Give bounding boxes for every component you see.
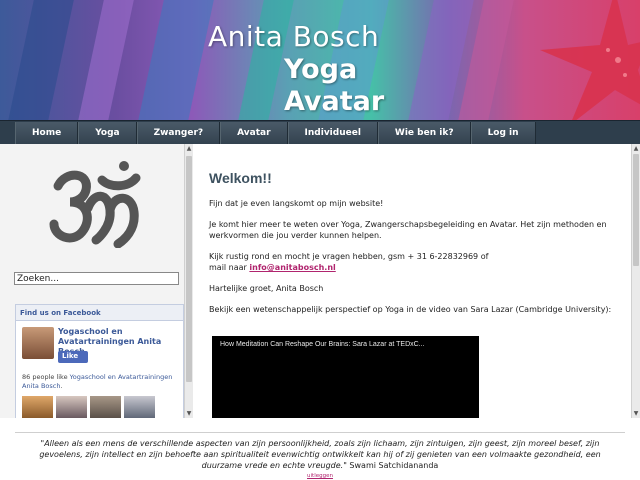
quote-author: Swami Satchidananda — [349, 461, 439, 470]
email-link[interactable]: info@anitabosch.nl — [249, 263, 335, 272]
intro-paragraph: Je komt hier meer te weten over Yoga, Zw… — [209, 220, 607, 240]
nav-item-log-in[interactable]: Log in — [470, 122, 536, 144]
facebook-like-button[interactable]: Like — [58, 351, 88, 363]
greeting-paragraph: Hartelijke groet, Anita Bosch — [209, 284, 324, 293]
footer: "Alleen als een mens de verschillende as… — [0, 418, 640, 480]
facebook-like-label: Like — [62, 352, 79, 360]
scroll-down-arrow-icon[interactable]: ▼ — [632, 409, 640, 418]
fan-avatar[interactable] — [124, 396, 155, 418]
explain-link[interactable]: uitleggen — [0, 473, 640, 479]
contact-phone-text: Kijk rustig rond en mocht je vragen hebb… — [209, 252, 489, 261]
site-subtitle-yoga: Yoga — [284, 54, 358, 85]
video-title[interactable]: How Meditation Can Reshape Our Brains: S… — [220, 341, 425, 348]
scroll-down-arrow-icon[interactable]: ▼ — [185, 409, 193, 418]
scroll-thumb[interactable] — [186, 156, 192, 382]
page-title: Welkom!! — [209, 170, 272, 186]
facebook-widget: Find us on Facebook Yogaschool en Avatar… — [15, 304, 184, 418]
fan-avatar[interactable] — [90, 396, 121, 418]
banner-decoration — [134, 0, 216, 120]
starfish-icon — [540, 0, 640, 120]
facebook-likes-tail: . — [60, 382, 63, 390]
nav-item-wie-ben-ik[interactable]: Wie ben ik? — [377, 122, 471, 144]
quote-text: "Alleen als een mens de verschillende as… — [39, 439, 601, 470]
video-intro-paragraph: Bekijk een wetenschappelijk perspectief … — [209, 305, 612, 314]
embedded-video[interactable]: How Meditation Can Reshape Our Brains: S… — [212, 336, 479, 418]
contact-paragraph: Kijk rustig rond en mocht je vragen hebb… — [209, 251, 629, 273]
facebook-fans — [22, 396, 155, 418]
footer-divider — [15, 432, 625, 433]
main-content-frame: Welkom!! Fijn dat je even langskomt op m… — [193, 144, 640, 418]
header-banner: Anita Bosch Yoga Avatar — [0, 0, 640, 120]
main-navigation: Home Yoga Zwanger? Avatar Individueel Wi… — [0, 120, 640, 144]
contact-mail-text: mail naar — [209, 263, 250, 272]
search-input[interactable] — [14, 272, 179, 285]
banner-decoration — [74, 0, 136, 120]
nav-item-home[interactable]: Home — [15, 122, 79, 144]
scroll-thumb[interactable] — [633, 154, 639, 266]
facebook-likes-count: 86 people like — [22, 373, 70, 381]
welcome-paragraph: Fijn dat je even langskomt op mijn websi… — [209, 199, 384, 208]
nav-item-avatar[interactable]: Avatar — [220, 122, 288, 144]
footer-quote: "Alleen als een mens de verschillende as… — [28, 438, 612, 471]
om-symbol-icon — [49, 161, 141, 248]
nav-item-yoga[interactable]: Yoga — [78, 122, 137, 144]
sidebar: Find us on Facebook Yogaschool en Avatar… — [0, 144, 184, 418]
site-subtitle-avatar: Avatar — [284, 86, 385, 117]
site-title: Anita Bosch — [208, 20, 380, 53]
nav-item-individueel[interactable]: Individueel — [287, 122, 378, 144]
facebook-widget-heading: Find us on Facebook — [16, 305, 183, 321]
scroll-up-arrow-icon[interactable]: ▲ — [185, 144, 193, 153]
banner-decoration — [4, 0, 76, 120]
nav-item-zwanger[interactable]: Zwanger? — [136, 122, 221, 144]
sidebar-scrollbar[interactable]: ▲ ▼ — [184, 144, 193, 418]
scroll-up-arrow-icon[interactable]: ▲ — [632, 144, 640, 153]
facebook-likes-text: 86 people like Yogaschool en Avatartrain… — [22, 373, 182, 391]
main-scrollbar[interactable]: ▲ ▼ — [631, 144, 640, 418]
facebook-page-avatar[interactable] — [22, 327, 54, 359]
fan-avatar[interactable] — [22, 396, 53, 418]
sidebar-frame: Find us on Facebook Yogaschool en Avatar… — [0, 144, 193, 418]
main-content: Welkom!! Fijn dat je even langskomt op m… — [193, 144, 631, 418]
fan-avatar[interactable] — [56, 396, 87, 418]
